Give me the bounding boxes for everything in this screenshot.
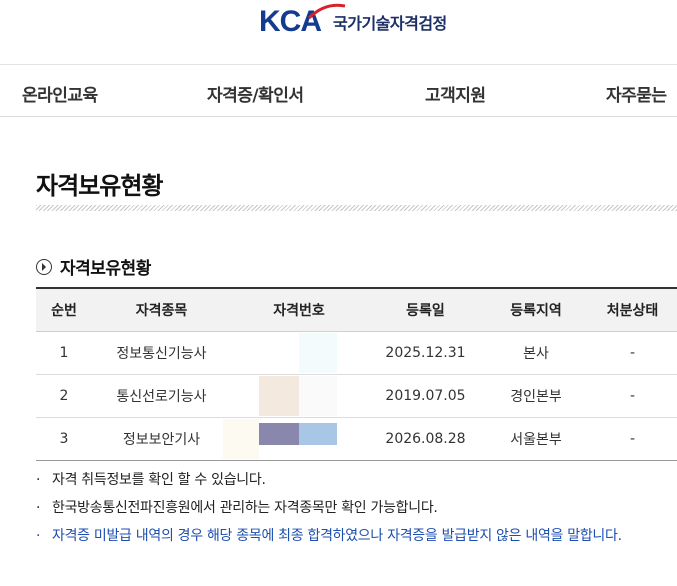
cell-region: 경인본부 — [484, 374, 588, 418]
logo-swoosh-icon — [307, 3, 346, 20]
header-no: 순번 — [36, 287, 92, 332]
header-status: 처분상태 — [588, 287, 677, 332]
masked-number — [259, 376, 339, 416]
page-title: 자격보유현황 — [36, 172, 163, 200]
notice-text: 자격 취득정보를 확인 할 수 있습니다. — [52, 472, 266, 488]
notice-text: 자격증 미발급 내역의 경우 해당 종목에 최종 합격하였으나 자격증을 발급받… — [52, 528, 622, 544]
notice-item-highlight: · 자격증 미발급 내역의 경우 해당 종목에 최종 합격하였으나 자격증을 발… — [36, 526, 622, 554]
site-header: KCA 국가기술자격검정 — [0, 0, 677, 65]
cell-status: - — [588, 417, 677, 461]
notice-text: 한국방송통신전파진흥원에서 관리하는 자격종목만 확인 가능합니다. — [52, 500, 438, 516]
notice-item: · 자격 취득정보를 확인 할 수 있습니다. — [36, 470, 622, 498]
bullet-icon: · — [36, 472, 41, 488]
title-divider — [36, 205, 677, 211]
cell-no: 3 — [36, 417, 92, 461]
cell-no: 2 — [36, 374, 92, 418]
logo-text: 국가기술자격검정 — [333, 14, 447, 33]
bullet-icon: · — [36, 528, 41, 544]
section-header: 자격보유현황 — [36, 254, 151, 279]
cell-date: 2025.12.31 — [367, 331, 484, 375]
nav-item-online-education[interactable]: 온라인교육 — [22, 81, 98, 106]
cell-date: 2019.07.05 — [367, 374, 484, 418]
cell-number — [231, 331, 367, 375]
table-row: 1 정보통신기능사 2025.12.31 본사 - — [36, 331, 677, 375]
header-item: 자격종목 — [92, 287, 231, 332]
table-row: 3 정보보안기사 2026.08.28 서울본부 - — [36, 417, 677, 461]
cell-item: 정보보안기사 — [92, 417, 231, 461]
cell-item: 통신선로기능사 — [92, 374, 231, 418]
table-header-row: 순번 자격종목 자격번호 등록일 등록지역 처분상태 — [36, 287, 677, 332]
cell-number — [223, 417, 367, 461]
masked-number — [223, 419, 339, 459]
bullet-icon: · — [36, 500, 41, 516]
table-row: 2 통신선로기능사 2019.07.05 경인본부 - — [36, 374, 677, 418]
circle-arrow-right-icon — [36, 258, 52, 275]
cell-no: 1 — [36, 331, 92, 375]
cell-item: 정보통신기능사 — [92, 331, 231, 375]
cell-region: 본사 — [484, 331, 588, 375]
header-region: 등록지역 — [484, 287, 588, 332]
kca-logo[interactable]: KCA 국가기술자격검정 — [259, 3, 447, 40]
nav-item-certificates[interactable]: 자격증/확인서 — [207, 81, 304, 106]
header-number: 자격번호 — [231, 287, 367, 332]
main-nav: 온라인교육 자격증/확인서 고객지원 자주묻는 — [0, 65, 677, 117]
qualification-table: 순번 자격종목 자격번호 등록일 등록지역 처분상태 1 정보통신기능사 202… — [36, 287, 677, 461]
cell-number — [231, 374, 367, 418]
nav-item-customer-support[interactable]: 고객지원 — [425, 81, 486, 106]
cell-region: 서울본부 — [484, 417, 588, 461]
cell-date: 2026.08.28 — [367, 417, 484, 461]
section-title: 자격보유현황 — [60, 259, 151, 279]
notice-item: · 한국방송통신전파진흥원에서 관리하는 자격종목만 확인 가능합니다. — [36, 498, 622, 526]
notice-list: · 자격 취득정보를 확인 할 수 있습니다. · 한국방송통신전파진흥원에서 … — [36, 470, 622, 554]
nav-item-faq[interactable]: 자주묻는 — [606, 81, 667, 106]
header-date: 등록일 — [367, 287, 484, 332]
cell-status: - — [588, 331, 677, 375]
masked-number — [259, 333, 339, 373]
cell-status: - — [588, 374, 677, 418]
